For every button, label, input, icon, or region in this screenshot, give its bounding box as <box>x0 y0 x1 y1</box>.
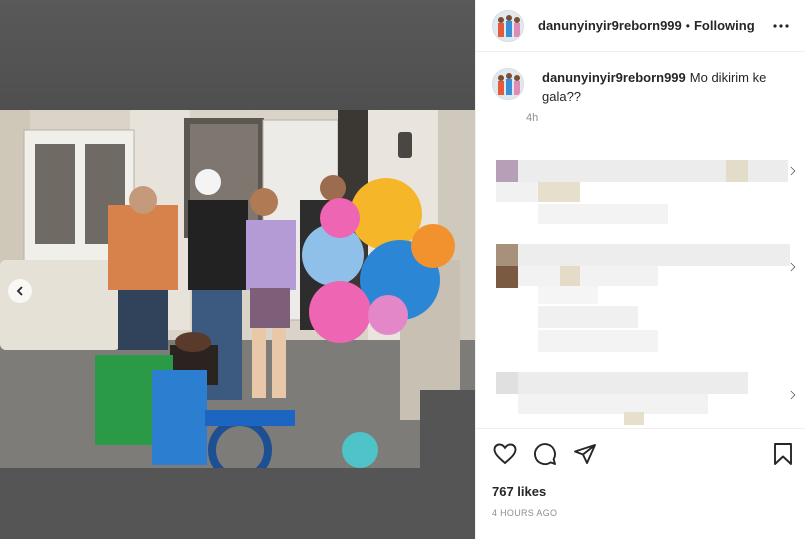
post-sidebar: danunyinyir9reborn999 • Following danuny… <box>475 0 805 539</box>
caption-username-link[interactable]: danunyinyir9reborn999 <box>542 70 686 85</box>
avatar[interactable] <box>492 68 524 100</box>
action-bar <box>476 429 805 479</box>
bookmark-icon[interactable] <box>770 441 796 467</box>
avatar[interactable] <box>492 9 524 42</box>
caption-age[interactable]: 4h <box>526 112 805 124</box>
comments-list-pixelated <box>476 150 805 425</box>
likes-count[interactable]: 767 likes <box>476 484 805 499</box>
comment-icon[interactable] <box>532 441 558 467</box>
following-button[interactable]: Following <box>694 18 755 33</box>
media-letterbox-bottom <box>0 468 475 539</box>
media-panel <box>0 0 475 539</box>
post-photo[interactable] <box>0 110 475 468</box>
post-header: danunyinyir9reborn999 • Following <box>476 0 805 52</box>
caption-text-block: danunyinyir9reborn999 Mo dikirim ke gala?… <box>542 68 777 106</box>
post-timestamp[interactable]: 4 HOURS AGO <box>476 508 805 518</box>
username-link[interactable]: danunyinyir9reborn999 <box>538 18 682 33</box>
media-letterbox-top <box>0 0 475 110</box>
caption: danunyinyir9reborn999 Mo dikirim ke gala?… <box>476 52 805 106</box>
post-actions: 767 likes 4 HOURS AGO <box>476 428 805 539</box>
photo-illustration <box>0 110 475 468</box>
chevron-left-icon[interactable] <box>8 279 32 303</box>
heart-icon[interactable] <box>492 441 518 467</box>
separator-dot: • <box>685 18 690 33</box>
share-icon[interactable] <box>572 441 598 467</box>
more-icon[interactable] <box>771 16 791 36</box>
